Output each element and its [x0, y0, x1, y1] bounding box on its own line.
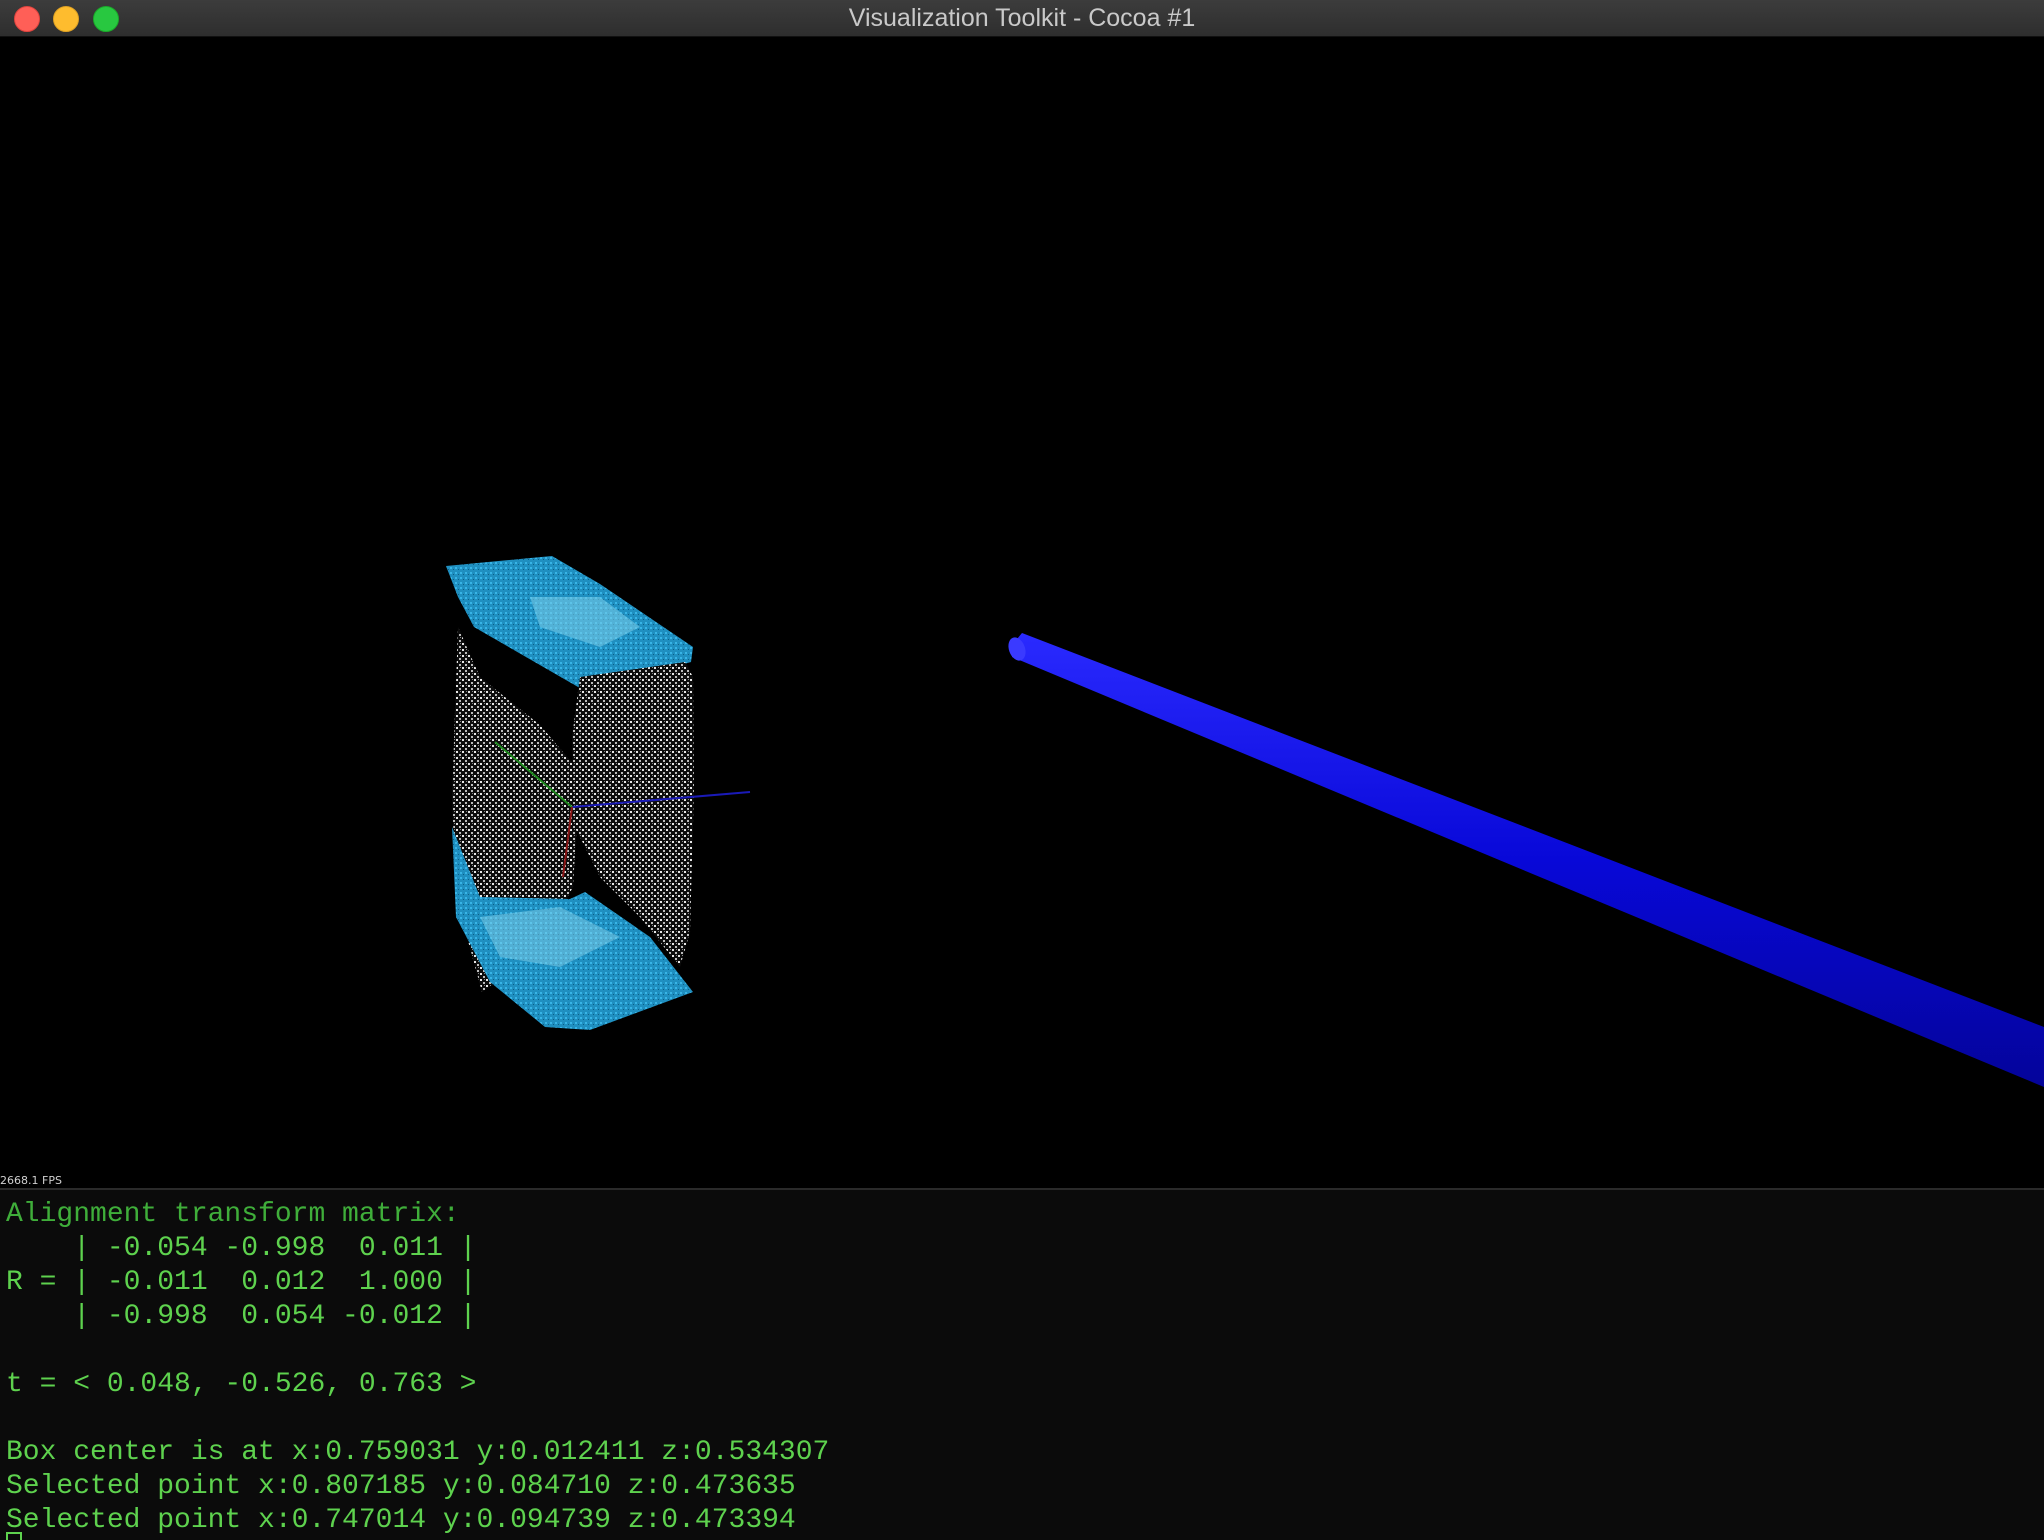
- window-title: Visualization Toolkit - Cocoa #1: [848, 4, 1196, 32]
- blue-cylinder[interactable]: [1005, 633, 2044, 1087]
- terminal-line: Box center is at x:0.759031 y:0.012411 z…: [6, 1437, 830, 1468]
- vtk-window: Visualization Toolkit - Cocoa #1 2668.1 …: [0, 0, 2044, 1540]
- terminal-line: | -0.054 -0.998 0.011 |: [6, 1233, 477, 1264]
- fps-counter: 2668.1 FPS: [0, 1174, 62, 1187]
- point-cloud-box[interactable]: [446, 556, 751, 1030]
- cylinder-body: [1012, 633, 2044, 1087]
- render-viewport[interactable]: [0, 37, 2044, 1187]
- terminal-output[interactable]: Alignment transform matrix: | -0.054 -0.…: [0, 1188, 2044, 1540]
- terminal-line: | -0.998 0.054 -0.012 |: [6, 1301, 477, 1332]
- scene-canvas[interactable]: [0, 37, 2044, 1187]
- terminal-line: t = < 0.048, -0.526, 0.763 >: [6, 1369, 477, 1400]
- terminal-line: R = | -0.011 0.012 1.000 |: [6, 1267, 477, 1298]
- title-bar[interactable]: Visualization Toolkit - Cocoa #1: [0, 0, 2044, 37]
- terminal-line: Selected point x:0.807185 y:0.084710 z:0…: [6, 1471, 796, 1502]
- terminal-line: Alignment transform matrix:: [6, 1199, 460, 1230]
- terminal-cursor: [6, 1532, 22, 1540]
- terminal-line: Selected point x:0.747014 y:0.094739 z:0…: [6, 1505, 796, 1536]
